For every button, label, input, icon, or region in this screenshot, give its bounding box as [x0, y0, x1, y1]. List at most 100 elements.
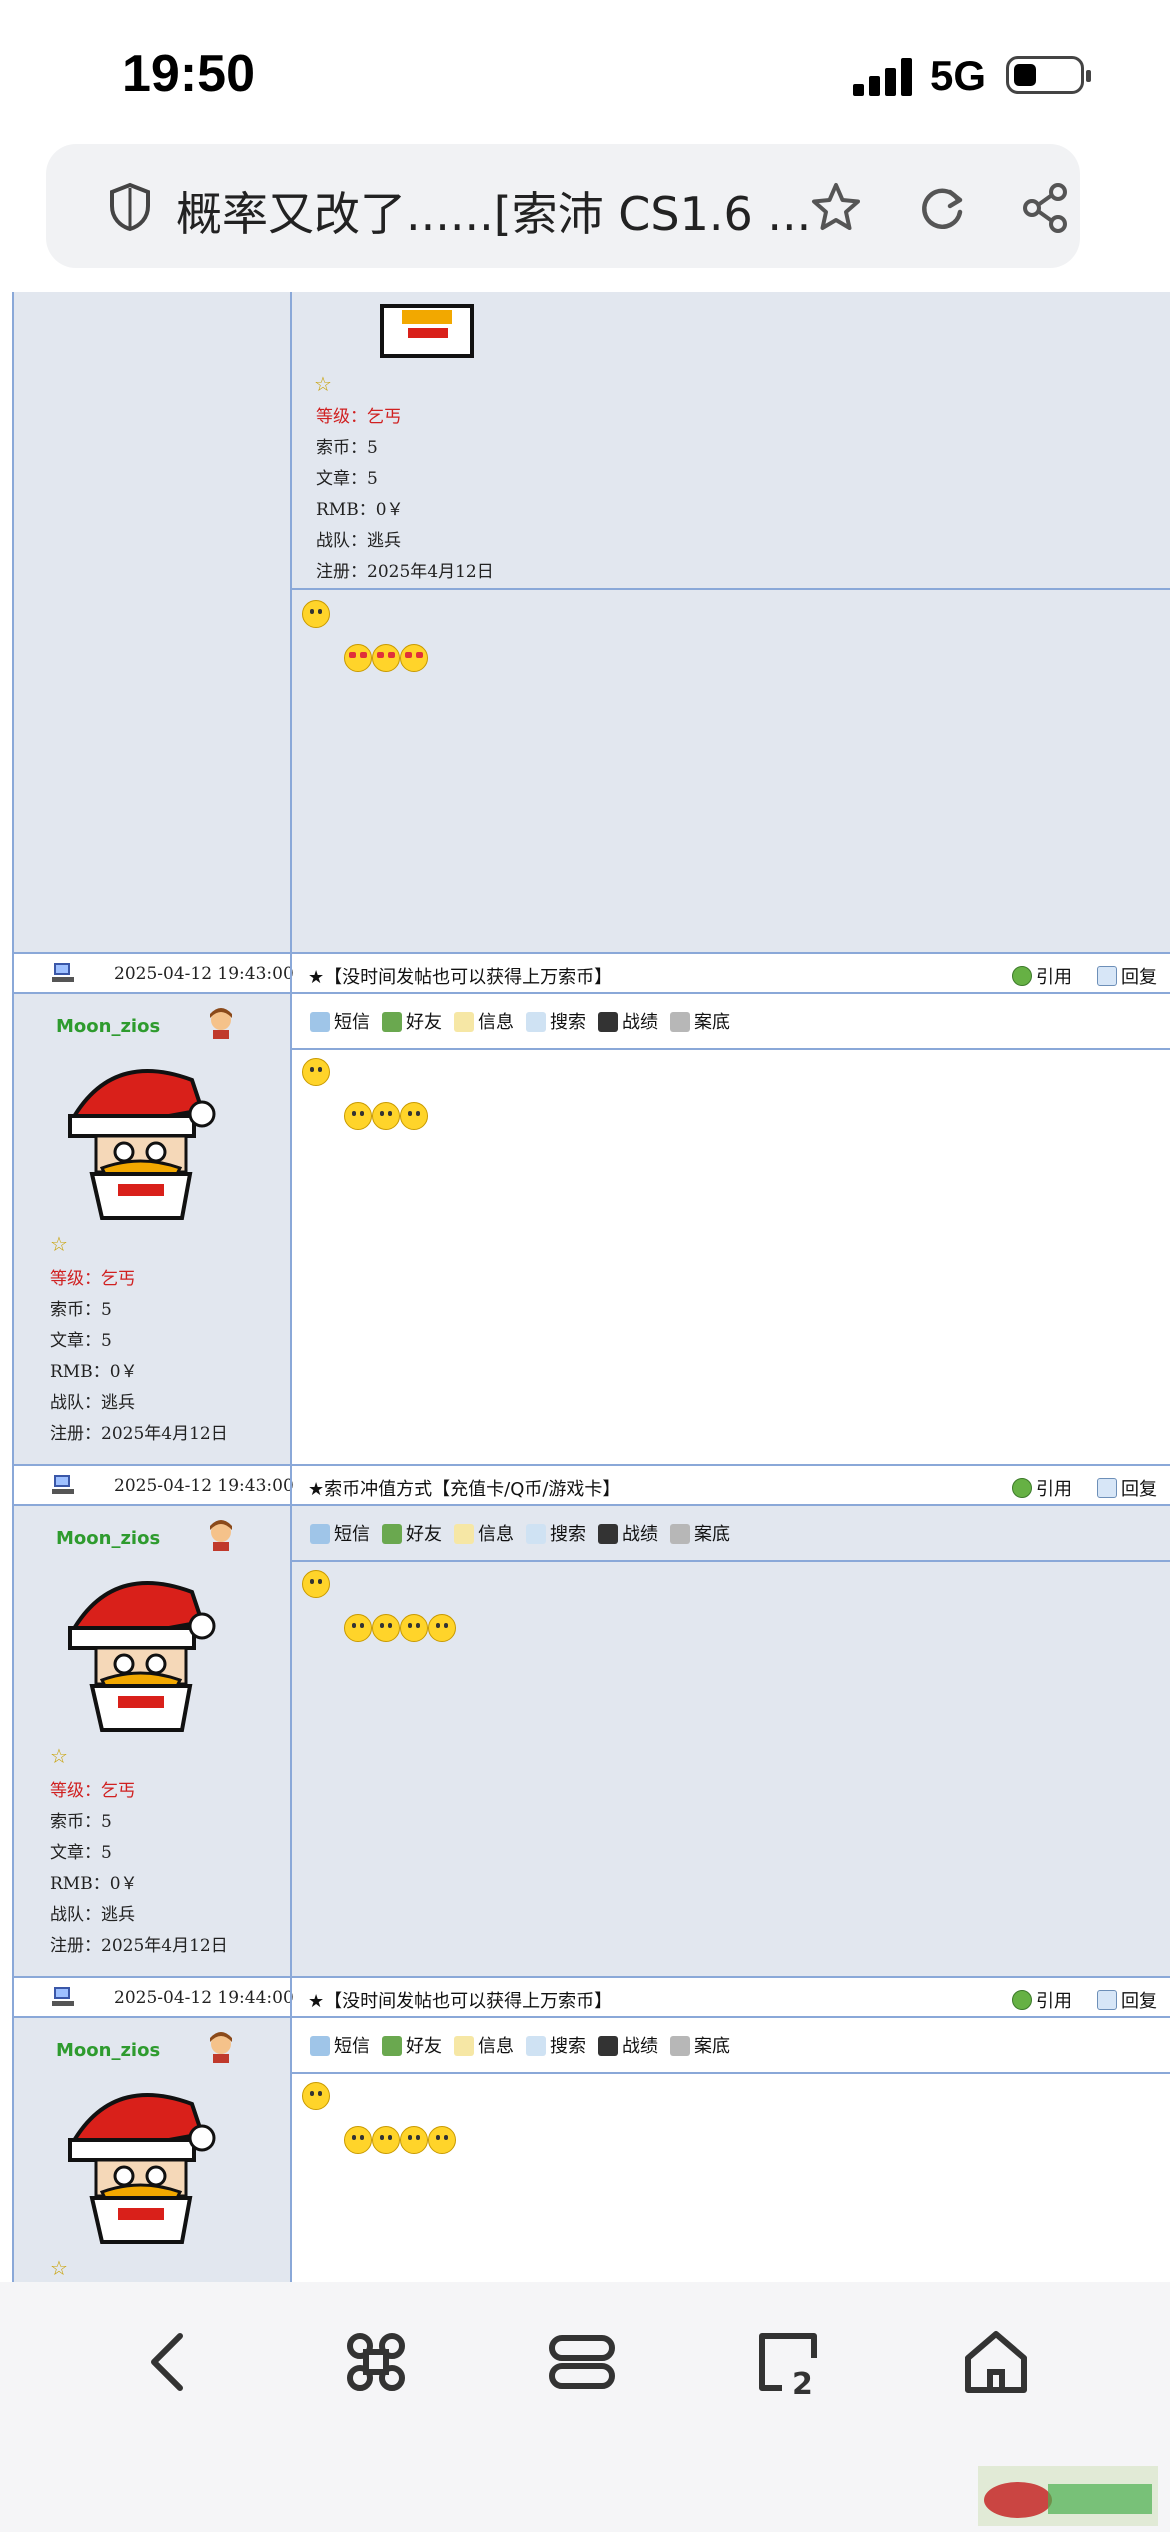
address-bar[interactable]: 概率又改了......[索沛 CS1.6 ... [46, 144, 1080, 268]
user-gender-icon [210, 1008, 232, 1039]
case-icon [670, 1012, 690, 1032]
info-icon [454, 1524, 474, 1544]
reply-icon [1097, 1990, 1117, 2010]
post-toolbar: 短信 好友 信息 搜索 战绩 案底 [310, 1520, 742, 1560]
rank-star-icon: ☆ [50, 1232, 68, 1256]
friend-button[interactable]: 好友 [382, 2032, 442, 2058]
quote-button[interactable]: 引用 [1012, 1987, 1072, 2013]
record-button[interactable]: 战绩 [598, 1520, 658, 1546]
message-button[interactable]: 短信 [310, 1520, 370, 1546]
smile-icon [302, 1570, 330, 1598]
search-button[interactable]: 搜索 [526, 2032, 586, 2058]
computer-icon [52, 1475, 74, 1494]
post-date: 2025-04-12 19:43:00 [114, 1476, 294, 1496]
quote-icon [1012, 966, 1032, 986]
case-button[interactable]: 案底 [670, 2032, 730, 2058]
announcement-link[interactable]: ★索币冲值方式【充值卡/Q币/游戏卡】 [308, 1475, 620, 1501]
username[interactable]: Moon_zios [56, 1016, 160, 1037]
avatar[interactable] [342, 292, 518, 386]
avatar[interactable] [52, 1050, 228, 1226]
back-icon[interactable] [130, 2322, 210, 2402]
quote-button[interactable]: 引用 [1012, 1475, 1072, 1501]
divider [292, 1048, 1170, 1050]
record-button[interactable]: 战绩 [598, 2032, 658, 2058]
status-bar: 19:50 5G [0, 0, 1170, 140]
worried-emoji-icon [344, 1102, 372, 1130]
post-meta-bar: 2025-04-12 19:43:00 ★索币冲值方式【充值卡/Q币/游戏卡】 … [14, 1464, 1170, 1506]
rank-star-icon: ☆ [50, 2256, 68, 2280]
announcement-link[interactable]: ★【没时间发帖也可以获得上万索币】 [308, 963, 612, 989]
quote-button[interactable]: 引用 [1012, 963, 1072, 989]
record-button[interactable]: 战绩 [598, 1008, 658, 1034]
friend-button[interactable]: 好友 [382, 1520, 442, 1546]
home-icon[interactable] [956, 2322, 1036, 2402]
username[interactable]: Moon_zios [56, 1528, 160, 1549]
search-icon [526, 2036, 546, 2056]
worried-emoji-icon [372, 1102, 400, 1130]
friends-icon [382, 2036, 402, 2056]
page-title[interactable]: 概率又改了......[索沛 CS1.6 ... [176, 178, 846, 244]
user-rmb: RMB：0￥ [50, 1362, 138, 1382]
username[interactable]: Moon_zios [56, 2040, 160, 2061]
message-button[interactable]: 短信 [310, 2032, 370, 2058]
info-button[interactable]: 信息 [454, 1008, 514, 1034]
post-author-panel [14, 292, 292, 952]
search-button[interactable]: 搜索 [526, 1008, 586, 1034]
avatar[interactable] [14, 292, 190, 388]
info-button[interactable]: 信息 [454, 1520, 514, 1546]
command-icon[interactable] [336, 2322, 416, 2402]
case-button[interactable]: 案底 [670, 1520, 730, 1546]
user-level: 等级：乞丐 [50, 1269, 135, 1289]
avatar[interactable] [52, 2074, 228, 2250]
user-level: 等级：乞丐 [316, 407, 401, 427]
post-author-panel: Moon_zios ☆ 等级：乞丐 索币：5 文章：5 RMB：0￥ 战队：逃兵… [14, 994, 292, 1466]
soldier-icon [598, 1524, 618, 1544]
share-icon[interactable] [1018, 180, 1074, 236]
soldier-icon [598, 1012, 618, 1032]
info-icon [454, 2036, 474, 2056]
case-button[interactable]: 案底 [670, 1008, 730, 1034]
love-emoji-icon [344, 644, 372, 672]
info-button[interactable]: 信息 [454, 2032, 514, 2058]
post-meta-bar: 2025-04-12 19:43:00 ★【没时间发帖也可以获得上万索币】 引用… [14, 952, 1170, 994]
divider [292, 1560, 1170, 1562]
message-button[interactable]: 短信 [310, 1008, 370, 1034]
post-content [344, 1614, 456, 1647]
status-time: 19:50 [122, 45, 255, 103]
tab-count-icon[interactable]: 2 [748, 2322, 828, 2402]
rank-star-icon: ☆ [50, 1744, 68, 1768]
user-articles: 文章：5 [316, 469, 378, 489]
smile-emoji-icon [372, 1614, 400, 1642]
post-body: 短信 好友 信息 搜索 战绩 案底 [292, 1506, 1170, 1978]
computer-icon [52, 1987, 74, 2006]
shield-icon[interactable] [106, 182, 154, 232]
reload-icon[interactable] [914, 180, 970, 236]
reply-button[interactable]: 回复 [1097, 1987, 1157, 2013]
announcement-link[interactable]: ★【没时间发帖也可以获得上万索币】 [308, 1987, 612, 2013]
bookmark-star-icon[interactable] [808, 180, 864, 236]
post-date: 2025-04-12 19:44:00 [114, 1988, 294, 2008]
search-icon [526, 1012, 546, 1032]
post-author-panel: Moon_zios ☆ [14, 2018, 292, 2282]
user-coins: 索币：5 [50, 1300, 112, 1320]
avatar[interactable] [52, 1562, 228, 1738]
user-registered: 注册：2025年4月12日 [316, 562, 494, 582]
smile-icon [302, 2082, 330, 2110]
case-icon [670, 2036, 690, 2056]
friend-button[interactable]: 好友 [382, 1008, 442, 1034]
user-rmb: RMB：0￥ [316, 500, 404, 520]
message-icon [310, 1524, 330, 1544]
user-level: 等级：乞丐 [50, 1781, 135, 1801]
tabs-icon[interactable] [542, 2322, 622, 2402]
soldier-icon [598, 2036, 618, 2056]
user-gender-icon [210, 1520, 232, 1551]
reply-button[interactable]: 回复 [1097, 963, 1157, 989]
reply-button[interactable]: 回复 [1097, 1475, 1157, 1501]
post-date: 2025-04-12 19:43:00 [114, 964, 294, 984]
smile-emoji-icon [400, 1614, 428, 1642]
search-button[interactable]: 搜索 [526, 1520, 586, 1546]
smile-emoji-icon [400, 2126, 428, 2154]
worried-emoji-icon [400, 1102, 428, 1130]
search-icon [526, 1524, 546, 1544]
user-team: 战队：逃兵 [50, 1905, 135, 1925]
